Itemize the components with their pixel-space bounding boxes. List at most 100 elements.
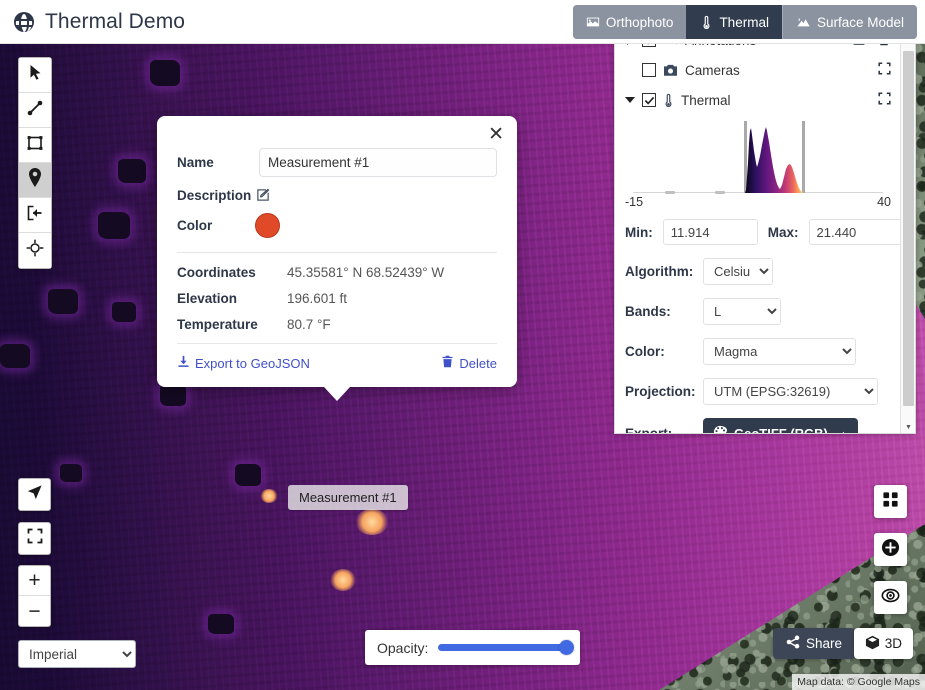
share-button[interactable]: Share bbox=[772, 628, 855, 659]
camera-icon bbox=[663, 64, 678, 77]
elevation-row: Elevation 196.601 ft bbox=[177, 291, 497, 306]
scroll-down-arrow[interactable]: ▼ bbox=[901, 420, 915, 433]
algorithm-row: Algorithm: Celsius bbox=[625, 258, 891, 285]
target-eye-icon bbox=[881, 586, 900, 610]
color-row: Color: Magma bbox=[625, 338, 891, 365]
thermal-hotspot bbox=[330, 569, 356, 591]
thermal-feature bbox=[48, 289, 78, 314]
select-tool[interactable] bbox=[19, 58, 51, 93]
zoom-out-button[interactable]: − bbox=[19, 596, 50, 626]
layer-row-thermal[interactable]: Thermal bbox=[625, 85, 891, 115]
projection-select[interactable]: UTM (EPSG:32619) bbox=[703, 378, 878, 405]
cameras-actions bbox=[878, 62, 891, 78]
close-icon[interactable]: ✕ bbox=[488, 125, 504, 144]
panel-scrollbar[interactable]: ▲ ▼ bbox=[900, 15, 915, 433]
bands-select[interactable]: L bbox=[703, 298, 781, 325]
tab-thermal[interactable]: Thermal bbox=[686, 5, 782, 39]
import-arrow-icon bbox=[26, 204, 44, 227]
export-geotiff-label: GeoTIFF (RGB) bbox=[734, 426, 828, 434]
thermal-feature bbox=[0, 344, 30, 368]
thermal-map-application: Thermal Demo Orthophoto Thermal Surface … bbox=[0, 0, 925, 690]
color-select[interactable]: Magma bbox=[703, 338, 856, 365]
line-measure-tool[interactable] bbox=[19, 93, 51, 128]
measurement-marker-label[interactable]: Measurement #1 bbox=[288, 485, 408, 510]
bands-label: Bands: bbox=[625, 304, 671, 319]
thermometer-icon bbox=[700, 15, 713, 30]
elevation-value: 196.601 ft bbox=[287, 291, 348, 306]
opacity-control: Opacity: bbox=[365, 630, 580, 665]
line-icon bbox=[26, 99, 44, 122]
map-attribution: Map data: © Google Maps bbox=[792, 674, 925, 690]
map-pin-icon bbox=[27, 168, 43, 192]
thermal-feature bbox=[235, 464, 261, 486]
histogram-scale: -15 40 bbox=[625, 195, 891, 209]
app-header: Thermal Demo Orthophoto Thermal Surface … bbox=[0, 0, 925, 44]
thermal-feature bbox=[118, 159, 146, 183]
expand-icon[interactable] bbox=[878, 62, 891, 78]
share-button-label: Share bbox=[805, 636, 842, 651]
scrollbar-thumb[interactable] bbox=[903, 51, 914, 406]
projection-row: Projection: UTM (EPSG:32619) bbox=[625, 378, 891, 405]
expand-icon[interactable] bbox=[878, 92, 891, 108]
algorithm-select[interactable]: Celsius bbox=[703, 258, 773, 285]
layers-visibility-button[interactable] bbox=[874, 581, 907, 614]
tab-orthophoto[interactable]: Orthophoto bbox=[572, 5, 687, 39]
histogram-handle-left[interactable] bbox=[665, 191, 675, 194]
polygon-icon bbox=[26, 134, 44, 157]
share-icon bbox=[786, 635, 800, 652]
point-marker-tool[interactable] bbox=[19, 163, 51, 198]
center-tool[interactable] bbox=[19, 233, 51, 268]
thermal-actions bbox=[878, 92, 891, 108]
export-geojson-button[interactable]: Export to GeoJSON bbox=[177, 355, 310, 371]
add-layer-button[interactable] bbox=[874, 533, 907, 566]
area-measure-tool[interactable] bbox=[19, 128, 51, 163]
locate-button[interactable] bbox=[18, 478, 51, 511]
opacity-slider-handle[interactable] bbox=[559, 640, 574, 655]
popup-actions: Export to GeoJSON Delete bbox=[177, 343, 497, 371]
name-input[interactable] bbox=[259, 148, 497, 177]
cameras-checkbox[interactable] bbox=[642, 63, 656, 77]
delete-measurement-button[interactable]: Delete bbox=[441, 355, 497, 371]
navigate-arrow-icon bbox=[26, 484, 43, 506]
image-icon bbox=[586, 15, 600, 29]
histogram-scale-min: -15 bbox=[625, 195, 644, 209]
expand-icon bbox=[27, 528, 43, 549]
color-label: Color: bbox=[625, 344, 665, 359]
crosshair-icon bbox=[26, 239, 44, 262]
3d-view-button[interactable]: 3D bbox=[853, 628, 913, 659]
thermal-feature bbox=[98, 212, 130, 239]
export-row: Export: GeoTIFF (RGB) ▲ bbox=[625, 418, 891, 434]
projection-label: Projection: bbox=[625, 384, 696, 399]
description-label: Description bbox=[177, 187, 252, 203]
layer-row-cameras[interactable]: Cameras bbox=[625, 55, 891, 85]
export-geotiff-button[interactable]: GeoTIFF (RGB) ▲ bbox=[703, 418, 858, 434]
tab-thermal-label: Thermal bbox=[719, 14, 769, 30]
histogram-scale-max: 40 bbox=[877, 195, 891, 209]
max-input[interactable] bbox=[808, 219, 904, 245]
layer-label-cameras: Cameras bbox=[685, 62, 740, 78]
thermal-feature bbox=[60, 464, 82, 482]
basemap-switch-button[interactable] bbox=[874, 485, 907, 518]
cube-icon bbox=[865, 635, 880, 653]
edit-pencil-icon[interactable] bbox=[255, 187, 271, 203]
tab-surface-model[interactable]: Surface Model bbox=[781, 5, 917, 39]
color-swatch[interactable] bbox=[255, 213, 280, 238]
zoom-in-button[interactable]: + bbox=[19, 566, 50, 596]
layers-panel-content: Annotations bbox=[615, 15, 904, 434]
cursor-icon bbox=[28, 64, 43, 86]
fullscreen-button[interactable] bbox=[18, 522, 51, 555]
min-input[interactable] bbox=[662, 219, 758, 245]
minmax-row: Min: Max: bbox=[625, 219, 904, 245]
thermal-histogram[interactable] bbox=[625, 121, 891, 194]
thermal-feature bbox=[112, 302, 136, 322]
coordinates-row: Coordinates 45.35581° N 68.52439° W bbox=[177, 265, 497, 280]
grid-icon bbox=[882, 491, 899, 513]
chevron-down-icon[interactable] bbox=[625, 96, 635, 104]
import-tool[interactable] bbox=[19, 198, 51, 233]
thermal-checkbox[interactable] bbox=[642, 93, 656, 107]
opacity-slider[interactable] bbox=[438, 640, 574, 655]
palette-icon bbox=[713, 425, 727, 433]
histogram-handle-right[interactable] bbox=[715, 191, 725, 194]
units-select[interactable]: Imperial bbox=[18, 640, 136, 668]
temperature-label: Temperature bbox=[177, 317, 258, 332]
